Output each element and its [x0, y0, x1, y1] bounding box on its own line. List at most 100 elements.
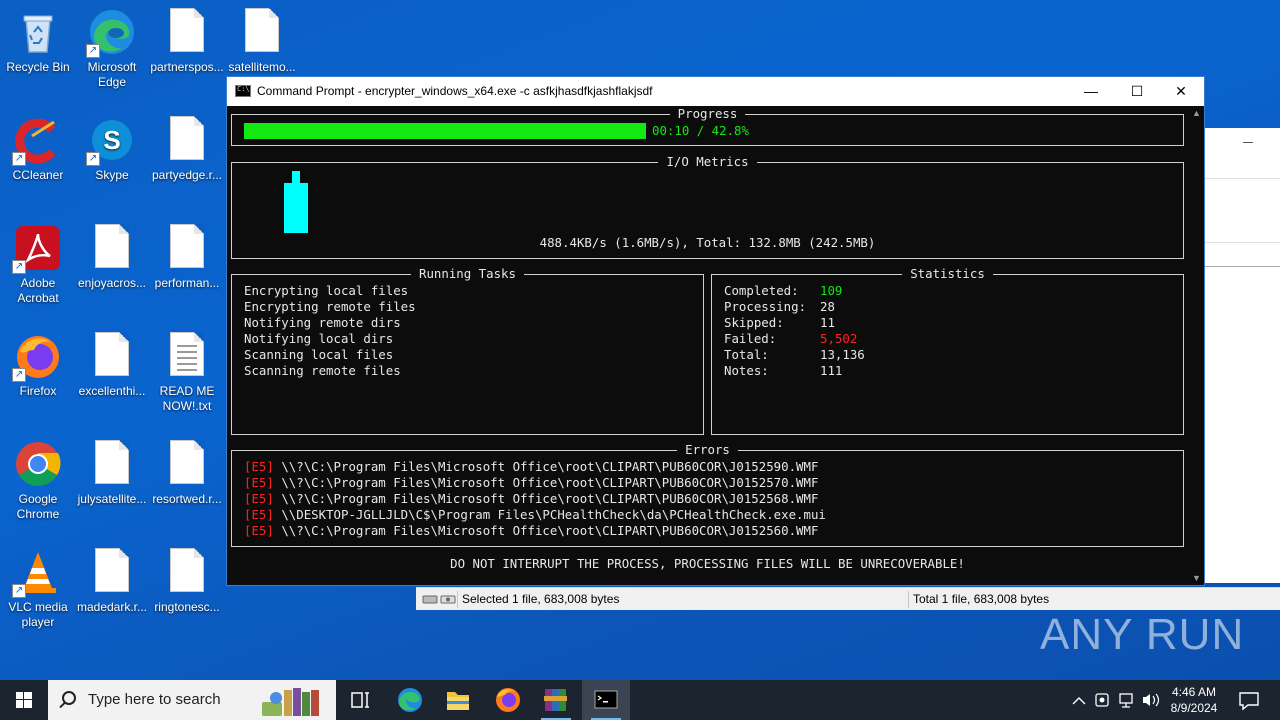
- text-file-icon: [170, 332, 204, 376]
- error-list: [E5] \\?\C:\Program Files\Microsoft Offi…: [244, 459, 826, 539]
- start-button[interactable]: [0, 680, 48, 720]
- desktop-icon-file[interactable]: madedark.r...: [74, 548, 150, 615]
- background-window[interactable]: [1196, 128, 1280, 583]
- stat-value-skipped: 11: [820, 315, 835, 330]
- search-highlight-icon: [262, 688, 319, 716]
- io-metrics-panel: I/O Metrics 488.4KB/s (1.6MB/s), Total: …: [231, 154, 1184, 259]
- network-icon[interactable]: [1119, 693, 1133, 708]
- skype-icon: S ↗: [86, 116, 136, 166]
- desktop-icon-adobe-acrobat[interactable]: ↗ Adobe Acrobat: [0, 224, 76, 306]
- winrar-icon: [544, 689, 567, 711]
- desktop-icon-read-me-now[interactable]: READ ME NOW!.txt: [149, 332, 225, 414]
- maximize-button[interactable]: ☐: [1114, 77, 1160, 106]
- desktop-icon-google-chrome[interactable]: Google Chrome: [0, 440, 76, 522]
- watermark: ANY RUN: [1040, 610, 1245, 659]
- desktop-icon-label: Recycle Bin: [6, 60, 70, 74]
- taskbar-search-box[interactable]: Type here to search: [48, 680, 336, 720]
- desktop-icon-file[interactable]: excellenthi...: [74, 332, 150, 399]
- task-item: Scanning remote files: [244, 363, 401, 378]
- desktop-icon-file[interactable]: partnerspos...: [149, 8, 225, 75]
- desktop-icon-vlc[interactable]: ↗ VLC media player: [0, 548, 76, 630]
- edge-icon: ↗: [86, 8, 136, 58]
- desktop-icon-label: VLC media player: [8, 600, 68, 629]
- scroll-up-icon[interactable]: ▲: [1192, 108, 1201, 118]
- taskbar-firefox[interactable]: [484, 680, 532, 720]
- file-icon: [95, 332, 129, 376]
- stat-label: Processing:: [724, 299, 807, 314]
- minimize-button[interactable]: —: [1068, 77, 1114, 106]
- close-button[interactable]: ✕: [1158, 77, 1204, 106]
- taskbar-edge[interactable]: [386, 680, 434, 720]
- command-prompt-window[interactable]: Command Prompt - encrypter_windows_x64.e…: [226, 76, 1205, 586]
- vertical-scrollbar[interactable]: ▲ ▼: [1188, 106, 1204, 585]
- notification-icon: [1239, 692, 1259, 711]
- statistics-panel: Statistics Completed: Processing: Skippe…: [711, 266, 1184, 435]
- warning-text: DO NOT INTERRUPT THE PROCESS, PROCESSING…: [450, 556, 965, 571]
- desktop-icon-label: Skype: [95, 168, 129, 182]
- taskbar-command-prompt[interactable]: [582, 680, 630, 720]
- desktop-icon-label: enjoyacros...: [77, 276, 147, 290]
- task-item: Encrypting remote files: [244, 299, 416, 314]
- desktop-icon-label: satellitemo...: [228, 60, 296, 74]
- desktop-icon-label: resortwed.r...: [152, 492, 222, 506]
- progress-bar-fill: [244, 123, 646, 139]
- notification-button[interactable]: [1230, 680, 1270, 720]
- stat-label: Total:: [724, 347, 769, 362]
- shortcut-arrow-icon: ↗: [86, 44, 100, 58]
- desktop-icon-ccleaner[interactable]: ↗ CCleaner: [0, 116, 76, 183]
- desktop-icon-label: Google Chrome: [16, 492, 60, 521]
- panel-title: I/O Metrics: [658, 154, 757, 169]
- file-icon: [95, 224, 129, 268]
- edge-icon: [398, 688, 422, 712]
- desktop-icon-file[interactable]: performan...: [149, 224, 225, 291]
- firefox-icon: [496, 688, 520, 712]
- chevron-up-icon[interactable]: [1072, 697, 1086, 705]
- desktop-icon-skype[interactable]: S ↗ Skype: [74, 116, 150, 183]
- file-icon: [245, 8, 279, 52]
- desktop-icon-firefox[interactable]: ↗ Firefox: [0, 332, 76, 399]
- error-path: \\?\C:\Program Files\Microsoft Office\ro…: [281, 523, 819, 538]
- desktop-icon-label: julysatellite...: [77, 492, 147, 506]
- taskbar-winrar[interactable]: [532, 680, 580, 720]
- desktop-icon-file[interactable]: ringtonesc...: [149, 548, 225, 615]
- file-icon: [170, 224, 204, 268]
- task-item: Notifying remote dirs: [244, 315, 401, 330]
- task-view-button[interactable]: [336, 680, 384, 720]
- folder-icon: [447, 692, 469, 710]
- error-path: \\?\C:\Program Files\Microsoft Office\ro…: [281, 459, 819, 474]
- desktop-icon-file[interactable]: enjoyacros...: [74, 224, 150, 291]
- minimize-icon[interactable]: [1243, 142, 1253, 143]
- volume-icon[interactable]: [1143, 693, 1160, 707]
- task-item: Notifying local dirs: [244, 331, 394, 346]
- taskbar-clock[interactable]: 4:46 AM 8/9/2024: [1166, 684, 1222, 716]
- title-bar[interactable]: Command Prompt - encrypter_windows_x64.e…: [227, 77, 1204, 106]
- search-icon: [62, 691, 76, 705]
- desktop-icon-recycle-bin[interactable]: Recycle Bin: [0, 8, 76, 75]
- error-path: \\?\C:\Program Files\Microsoft Office\ro…: [281, 475, 819, 490]
- shortcut-arrow-icon: ↗: [12, 584, 26, 598]
- error-line: [E5] \\?\C:\Program Files\Microsoft Offi…: [244, 491, 826, 507]
- desktop-icon-label: madedark.r...: [76, 600, 148, 614]
- error-code: [E5]: [244, 475, 274, 490]
- stats-values: 109 28 11 5,502 13,136 111: [820, 283, 865, 379]
- desktop-icon-microsoft-edge[interactable]: ↗ Microsoft Edge: [74, 8, 150, 90]
- desktop-icon-file[interactable]: partyedge.r...: [149, 116, 225, 183]
- scroll-down-icon[interactable]: ▼: [1192, 573, 1201, 583]
- taskbar-file-explorer[interactable]: [434, 680, 482, 720]
- desktop-icon-file[interactable]: satellitemo...: [224, 8, 300, 75]
- drive-icon: [422, 595, 456, 604]
- error-code: [E5]: [244, 459, 274, 474]
- error-path: \\?\C:\Program Files\Microsoft Office\ro…: [281, 491, 819, 506]
- progress-text: 00:10 / 42.8%: [652, 123, 749, 138]
- panel-title: Statistics: [902, 266, 993, 281]
- meet-now-icon[interactable]: [1095, 693, 1109, 707]
- panel-title: Errors: [677, 442, 738, 457]
- stat-value-completed: 109: [820, 283, 843, 298]
- desktop-icon-file[interactable]: resortwed.r...: [149, 440, 225, 507]
- desktop-icon-file[interactable]: julysatellite...: [74, 440, 150, 507]
- cmd-icon: [594, 690, 618, 709]
- desktop-icon-label: excellenthi...: [78, 384, 146, 398]
- explorer-status-bar: Selected 1 file, 683,008 bytes Total 1 f…: [416, 587, 1280, 610]
- errors-panel: Errors [E5] \\?\C:\Program Files\Microso…: [231, 442, 1184, 547]
- error-code: [E5]: [244, 507, 274, 522]
